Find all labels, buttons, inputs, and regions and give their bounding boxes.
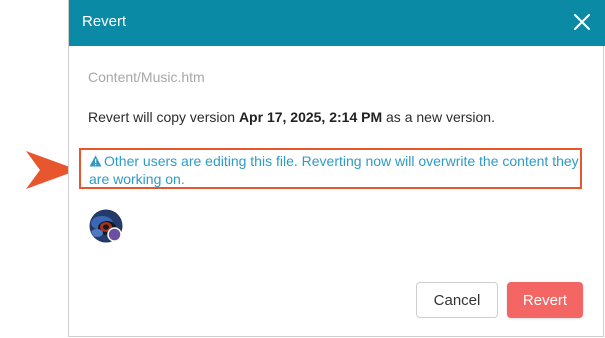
user-avatar[interactable] xyxy=(89,209,123,243)
dialog-header: Revert xyxy=(69,0,605,46)
revert-message: Revert will copy version Apr 17, 2025, 2… xyxy=(88,109,495,126)
close-icon[interactable] xyxy=(573,13,591,31)
file-path: Content/Music.htm xyxy=(88,69,205,85)
revert-button[interactable]: Revert xyxy=(507,282,583,318)
revert-message-prefix: Revert will copy version xyxy=(88,109,239,125)
dialog-title: Revert xyxy=(82,13,127,30)
warning-icon xyxy=(89,155,102,167)
revert-dialog: Revert Content/Music.htm Revert will cop… xyxy=(68,0,605,337)
cancel-button[interactable]: Cancel xyxy=(416,282,498,318)
warning-message: Other users are editing this file. Rever… xyxy=(89,152,579,188)
warning-highlight-box: Other users are editing this file. Rever… xyxy=(79,148,582,189)
screenshot-stage: Revert Content/Music.htm Revert will cop… xyxy=(0,0,605,338)
version-label: Apr 17, 2025, 2:14 PM xyxy=(238,109,383,125)
revert-message-suffix: as a new version. xyxy=(382,109,495,125)
warning-text: Other users are editing this file. Rever… xyxy=(89,153,579,187)
